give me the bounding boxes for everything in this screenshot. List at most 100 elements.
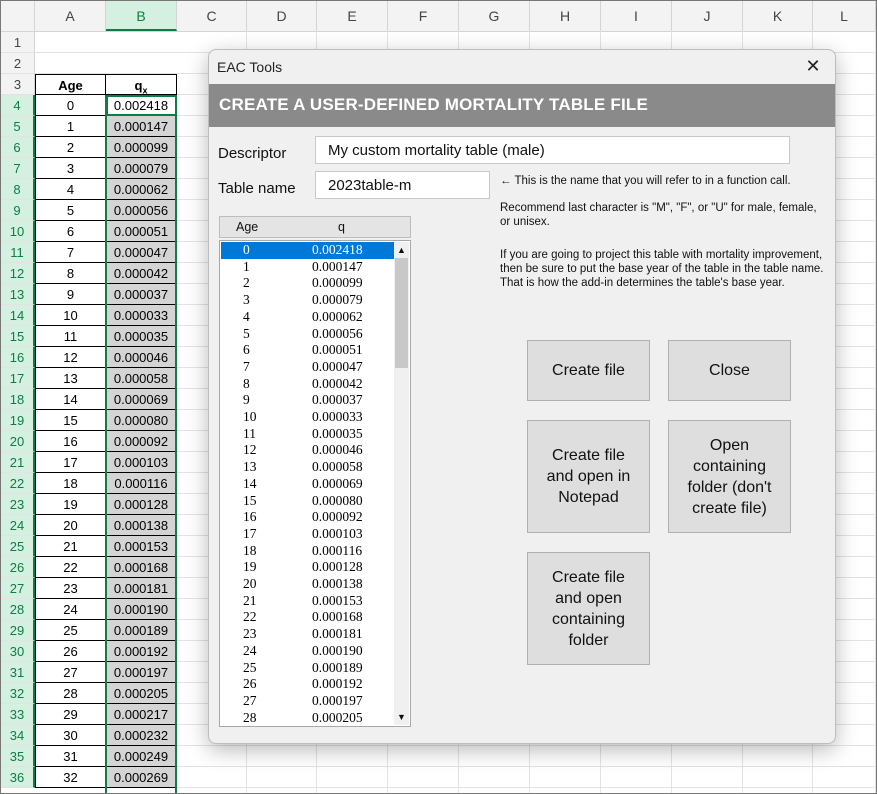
row-header-11[interactable]: 11 [1,242,35,263]
qx-cell[interactable]: 0.000035 [106,326,177,347]
row-header-14[interactable]: 14 [1,305,35,326]
row-header-28[interactable]: 28 [1,599,35,620]
listbox-item[interactable]: 14 0.000069 [221,476,397,493]
row-header-32[interactable]: 32 [1,683,35,704]
listbox-item[interactable]: 6 0.000051 [221,342,397,359]
qx-cell[interactable]: 0.000037 [106,284,177,305]
age-cell[interactable]: 23 [35,578,106,599]
listbox-item[interactable]: 16 0.000092 [221,509,397,526]
age-cell[interactable]: 22 [35,557,106,578]
qx-cell[interactable]: 0.000217 [106,704,177,725]
row-header-7[interactable]: 7 [1,158,35,179]
row-header-21[interactable]: 21 [1,452,35,473]
qx-cell[interactable]: 0.000205 [106,683,177,704]
age-cell[interactable]: 25 [35,620,106,641]
listbox-item[interactable]: 22 0.000168 [221,609,397,626]
listbox-item[interactable]: 9 0.000037 [221,392,397,409]
age-cell[interactable]: 16 [35,431,106,452]
listbox-item[interactable]: 19 0.000128 [221,559,397,576]
age-cell[interactable]: 10 [35,305,106,326]
age-cell[interactable]: 13 [35,368,106,389]
column-header-l[interactable]: L [813,1,876,31]
qx-cell[interactable]: 0.000047 [106,242,177,263]
age-cell[interactable]: 15 [35,410,106,431]
age-cell[interactable]: 3 [35,158,106,179]
age-cell[interactable]: 4 [35,179,106,200]
column-header-d[interactable]: D [247,1,317,31]
column-header-i[interactable]: I [601,1,672,31]
qx-cell[interactable]: 0.000192 [106,641,177,662]
listbox-item[interactable]: 1 0.000147 [221,259,397,276]
qx-cell[interactable]: 0.000116 [106,473,177,494]
listbox-item[interactable]: 20 0.000138 [221,576,397,593]
age-cell[interactable]: 8 [35,263,106,284]
qx-cell[interactable]: 0.000058 [106,368,177,389]
qx-cell[interactable]: 0.000147 [106,116,177,137]
qx-cell[interactable]: 0.000232 [106,725,177,746]
listbox-item[interactable]: 23 0.000181 [221,626,397,643]
scroll-down-icon[interactable]: ▼ [394,710,409,725]
column-header-c[interactable]: C [177,1,247,31]
row-header-34[interactable]: 34 [1,725,35,746]
row-header-4[interactable]: 4 [1,95,35,116]
row-header-27[interactable]: 27 [1,578,35,599]
qx-cell[interactable]: 0.000197 [106,662,177,683]
age-cell[interactable]: 18 [35,473,106,494]
row-header-33[interactable]: 33 [1,704,35,725]
qx-cell[interactable]: 0.000062 [106,179,177,200]
column-header-a[interactable]: A [35,1,106,31]
age-cell[interactable]: 6 [35,221,106,242]
qx-cell[interactable]: 0.000056 [106,200,177,221]
open-folder-button[interactable]: Open containing folder (don't create fil… [668,420,791,533]
age-cell[interactable]: 29 [35,704,106,725]
listbox-item[interactable]: 17 0.000103 [221,526,397,543]
listbox-item[interactable]: 7 0.000047 [221,359,397,376]
age-cell[interactable]: 9 [35,284,106,305]
row-header-8[interactable]: 8 [1,179,35,200]
listbox-item[interactable]: 27 0.000197 [221,693,397,710]
listbox-item[interactable]: 26 0.000192 [221,676,397,693]
age-cell[interactable]: 7 [35,242,106,263]
qx-cell[interactable]: 0.000099 [106,137,177,158]
create-open-notepad-button[interactable]: Create file and open in Notepad [527,420,650,533]
listbox-item[interactable]: 13 0.000058 [221,459,397,476]
age-cell[interactable]: 30 [35,725,106,746]
qx-cell[interactable]: 0.000138 [106,515,177,536]
age-cell[interactable]: 26 [35,641,106,662]
row-header-31[interactable]: 31 [1,662,35,683]
row-header-15[interactable]: 15 [1,326,35,347]
row-header-5[interactable]: 5 [1,116,35,137]
age-cell[interactable]: 21 [35,536,106,557]
row-header-22[interactable]: 22 [1,473,35,494]
listbox-item[interactable]: 15 0.000080 [221,493,397,510]
close-button[interactable]: Close [668,340,791,401]
listbox-item[interactable]: 4 0.000062 [221,309,397,326]
age-cell[interactable]: 14 [35,389,106,410]
listbox-item[interactable]: 11 0.000035 [221,426,397,443]
create-file-button[interactable]: Create file [527,340,650,401]
row-header-17[interactable]: 17 [1,368,35,389]
listbox-item[interactable]: 28 0.000205 [221,710,397,726]
qx-cell[interactable]: 0.000168 [106,557,177,578]
listbox-item[interactable]: 21 0.000153 [221,593,397,610]
create-open-folder-button[interactable]: Create file and open containing folder [527,552,650,665]
listbox-item[interactable]: 2 0.000099 [221,275,397,292]
descriptor-input[interactable] [315,136,790,164]
qx-cell[interactable]: 0.000042 [106,263,177,284]
age-cell[interactable]: 24 [35,599,106,620]
row-header-9[interactable]: 9 [1,200,35,221]
listbox-item[interactable]: 3 0.000079 [221,292,397,309]
qx-cell[interactable]: 0.000051 [106,221,177,242]
qx-cell[interactable]: 0.000269 [106,767,177,788]
qx-cell[interactable]: 0.000033 [106,305,177,326]
qx-cell[interactable]: 0.000189 [106,620,177,641]
qx-cell[interactable]: 0.000103 [106,452,177,473]
age-cell[interactable]: 0 [35,95,106,116]
row-header-23[interactable]: 23 [1,494,35,515]
row-header-18[interactable]: 18 [1,389,35,410]
row-header-10[interactable]: 10 [1,221,35,242]
row-header-6[interactable]: 6 [1,137,35,158]
listbox-item[interactable]: 18 0.000116 [221,543,397,560]
listbox-item[interactable]: 0 0.002418 [221,242,397,259]
column-header-f[interactable]: F [388,1,459,31]
